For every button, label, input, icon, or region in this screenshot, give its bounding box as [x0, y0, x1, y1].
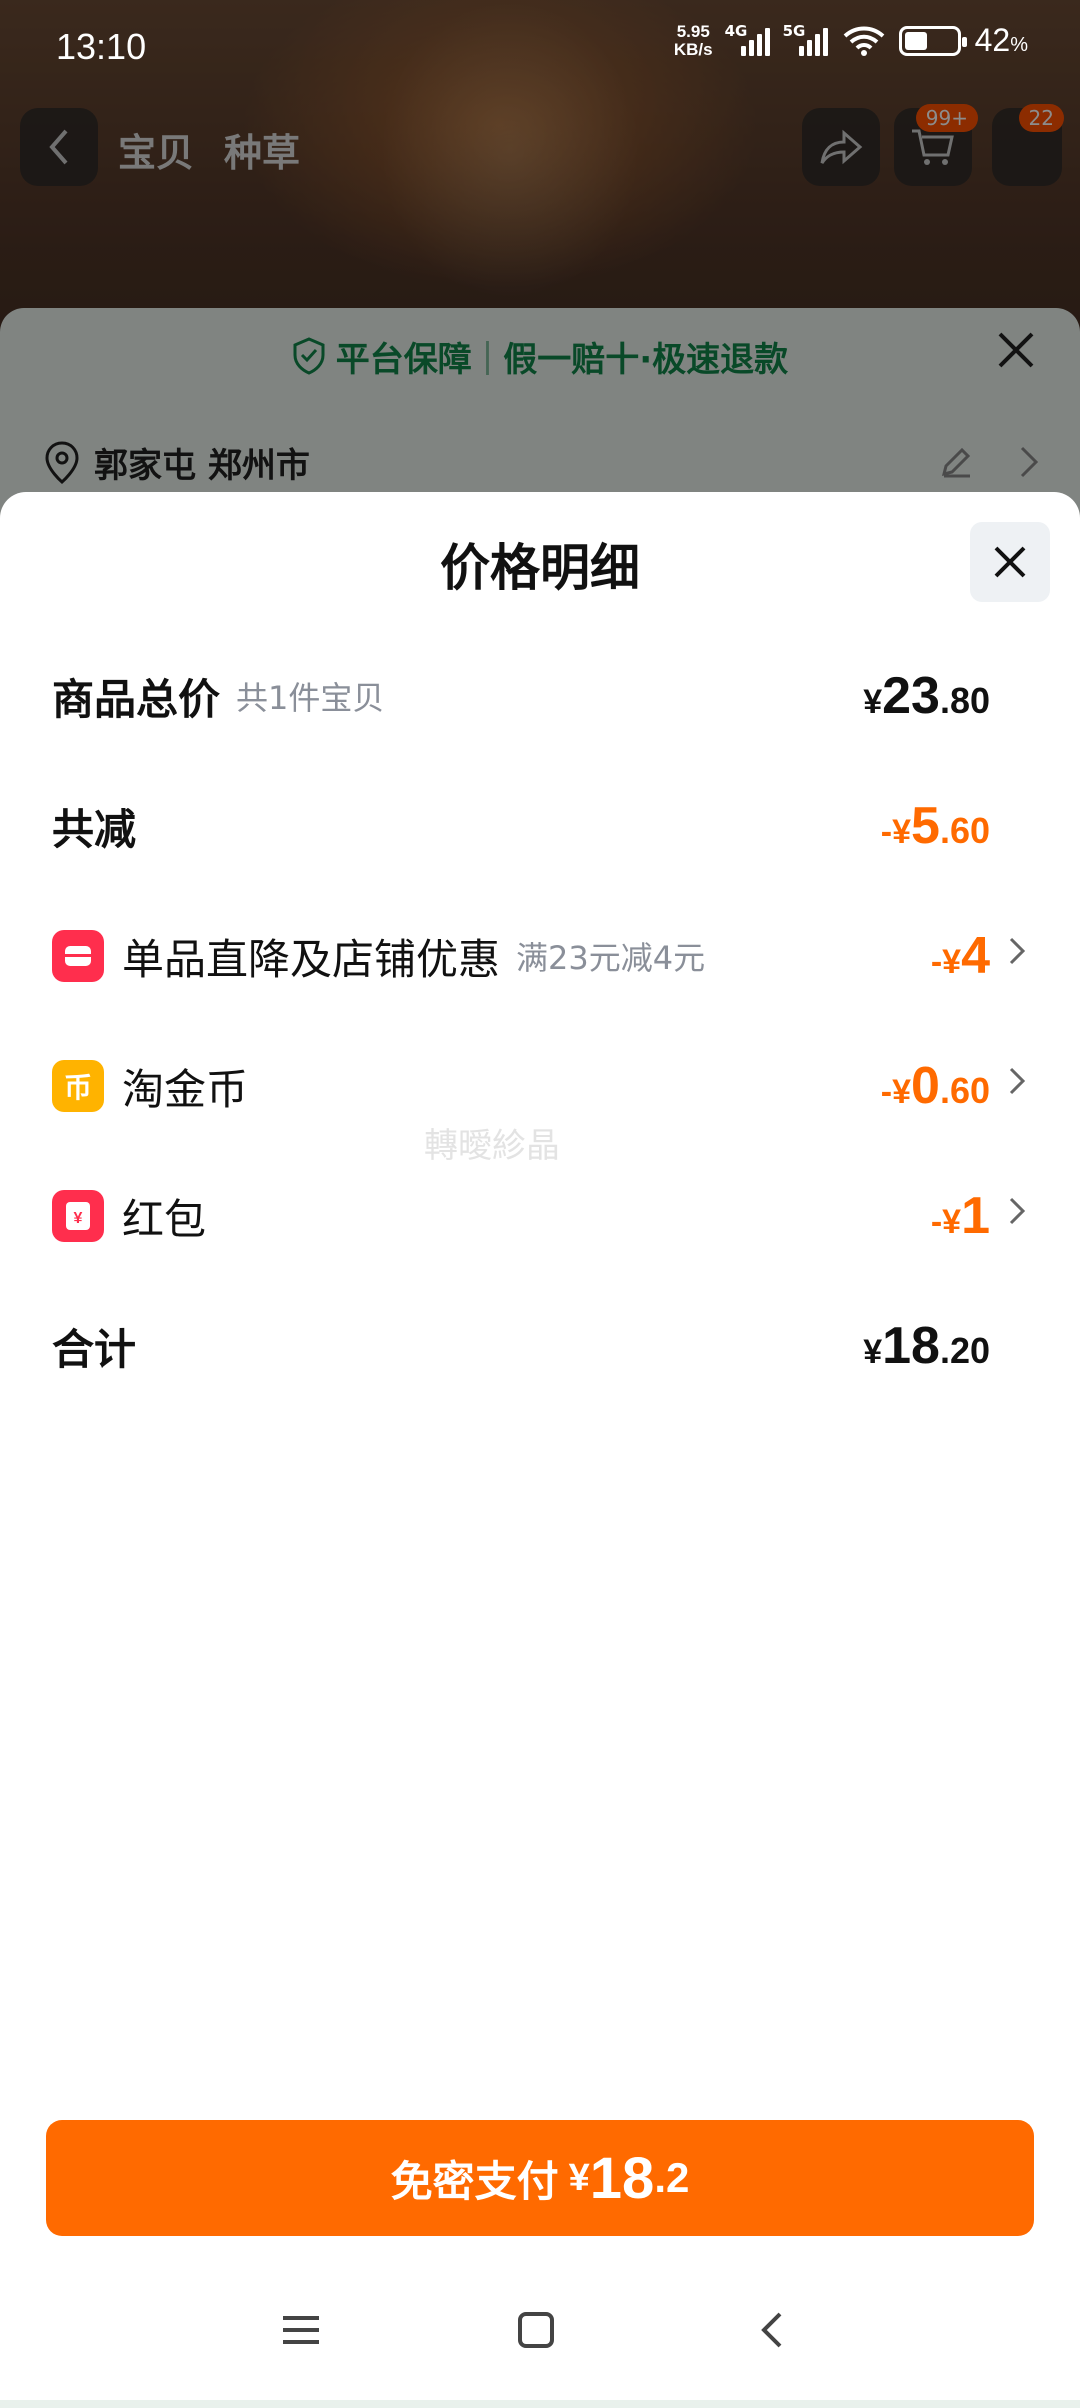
close-icon — [994, 546, 1026, 578]
total-discount-amount: -¥ 5.60 — [880, 797, 990, 855]
battery-percent: 42% — [974, 22, 1028, 58]
password-free-pay-button[interactable]: 免密支付 ¥ 18 .2 — [46, 2120, 1034, 2236]
store-discount-row[interactable]: 单品直降及店铺优惠 满23元减4元 -¥ 4 — [52, 916, 1026, 996]
sim1-tag: 4G — [724, 21, 748, 40]
chevron-right-icon — [1009, 937, 1026, 965]
watermark-text: 轉曖紾晶 — [424, 1126, 560, 1166]
pay-button-label: 免密支付 — [390, 2156, 559, 2206]
status-time: 13:10 — [56, 26, 147, 67]
battery-icon — [898, 25, 967, 56]
signal-sim1-icon: 4G — [725, 22, 771, 56]
pay-button-currency: ¥ — [568, 2156, 590, 2199]
red-envelope-label: 红包 — [122, 1194, 207, 1244]
total-discount-label: 共减 — [52, 804, 137, 854]
status-bar: 13:10 5.95 KB/s 4G 5G 42% — [0, 0, 1080, 92]
signal-sim2-icon: 5G — [783, 22, 829, 56]
red-envelope-amount: -¥ 1 — [930, 1187, 990, 1245]
store-discount-amount: -¥ 4 — [930, 927, 990, 985]
sim2-tag: 5G — [782, 21, 806, 40]
chevron-right-icon — [1009, 1067, 1026, 1095]
taojinbi-row[interactable]: 币 淘金币 -¥ 0.60 — [52, 1046, 1026, 1126]
store-discount-rule: 满23元减4元 — [516, 939, 706, 977]
total-discount-row: 共减 -¥ 5.60 — [52, 786, 1012, 866]
network-speed-value: 5.95 — [676, 21, 710, 41]
pay-button-dec: .2 — [654, 2154, 690, 2201]
store-icon — [52, 930, 104, 982]
chevron-right-icon — [1009, 1197, 1026, 1225]
home-icon[interactable] — [516, 2310, 556, 2350]
close-sheet-button[interactable] — [970, 522, 1050, 602]
status-icons: 5.95 KB/s 4G 5G 42% — [674, 22, 1028, 59]
network-speed-unit: KB/s — [673, 39, 713, 59]
red-envelope-icon: ¥ — [52, 1190, 104, 1242]
taojinbi-label: 淘金币 — [122, 1064, 249, 1114]
wifi-icon — [843, 26, 884, 56]
red-envelope-row[interactable]: ¥ 红包 -¥ 1 — [52, 1176, 1026, 1256]
coin-icon: 币 — [52, 1060, 104, 1112]
back-icon[interactable] — [756, 2310, 786, 2350]
grand-total-row: 合计 ¥18.20 — [52, 1306, 1012, 1386]
menu-icon[interactable] — [280, 2310, 322, 2350]
store-discount-label: 单品直降及店铺优惠 — [122, 934, 501, 984]
sheet-title: 价格明细 — [440, 539, 640, 597]
network-speed: 5.95 KB/s — [673, 21, 713, 59]
svg-text:¥: ¥ — [74, 1210, 83, 1227]
taojinbi-amount: -¥ 0.60 — [880, 1057, 990, 1115]
system-nav-bar — [0, 2290, 1080, 2380]
price-detail-sheet: 价格明细 商品总价 共1件宝贝 ¥23.80 共减 -¥ 5.60 单品直降及店铺… — [0, 492, 1080, 2400]
goods-total-row: 商品总价 共1件宝贝 ¥23.80 — [52, 656, 1012, 736]
goods-total-amount: ¥23.80 — [863, 667, 990, 725]
goods-count: 共1件宝贝 — [236, 679, 385, 717]
pay-button-int: 18 — [589, 2145, 655, 2211]
grand-total-label: 合计 — [52, 1324, 137, 1374]
grand-total-amount: ¥18.20 — [863, 1317, 990, 1375]
goods-total-label: 商品总价 — [52, 674, 221, 724]
